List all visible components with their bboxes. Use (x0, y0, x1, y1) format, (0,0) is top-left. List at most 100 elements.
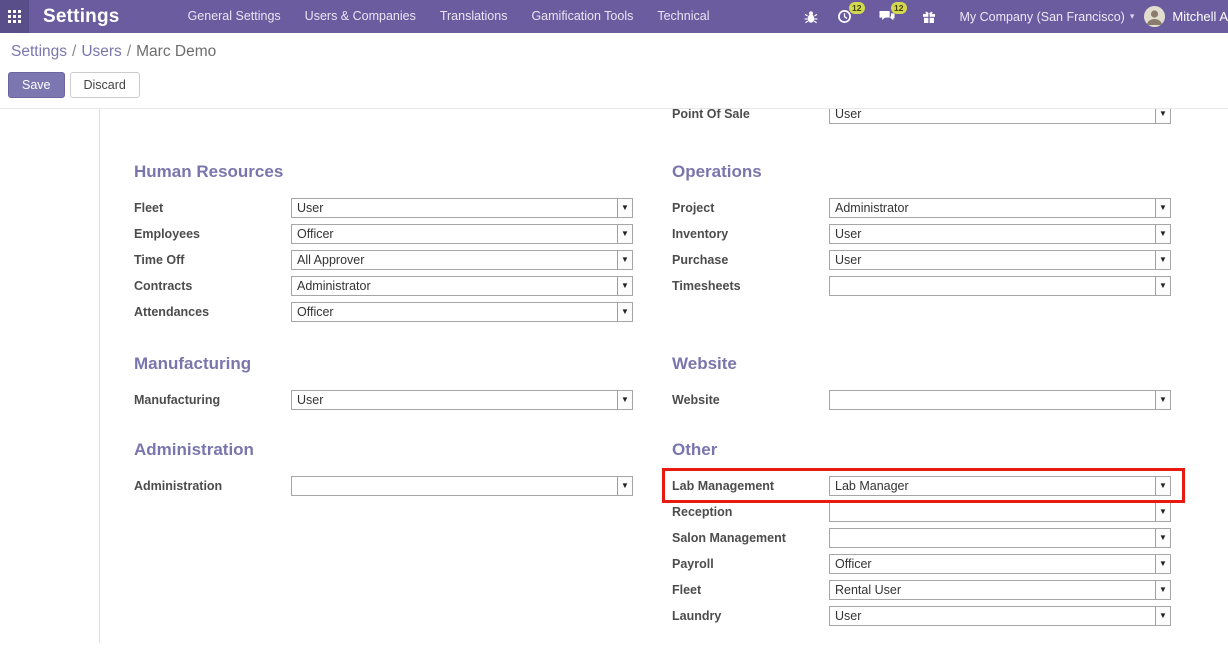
field-label: Attendances (134, 305, 291, 319)
section-title: Operations (672, 161, 1171, 183)
field-row: Timesheets ▼ (672, 273, 1171, 299)
access-rights-form: Human Resources Fleet User ▼ Employees O… (100, 109, 1228, 643)
field-row: Payroll Officer ▼ (672, 551, 1171, 577)
field-label: Website (672, 393, 829, 407)
dropdown-arrow-icon: ▼ (617, 199, 632, 217)
field-row: Contracts Administrator ▼ (134, 273, 633, 299)
breadcrumb-current: Marc Demo (136, 43, 216, 60)
field-row: Inventory User ▼ (672, 221, 1171, 247)
left-rail (0, 109, 100, 643)
salon-management-select[interactable]: ▼ (829, 528, 1171, 548)
field-row: Point Of Sale User ▼ (672, 109, 1171, 127)
section-administration: Administration Administration ▼ (134, 439, 633, 499)
employees-select[interactable]: Officer ▼ (291, 224, 633, 244)
section-other: Other Lab Management Lab Manager ▼ Recep… (672, 439, 1171, 629)
field-row: Purchase User ▼ (672, 247, 1171, 273)
fleet-select[interactable]: User ▼ (291, 198, 633, 218)
section-website: Website Website ▼ (672, 353, 1171, 413)
dropdown-arrow-icon: ▼ (1155, 529, 1170, 547)
time-off-select[interactable]: All Approver ▼ (291, 250, 633, 270)
field-label: Contracts (134, 279, 291, 293)
apps-menu-icon[interactable] (0, 0, 29, 33)
section-manufacturing: Manufacturing Manufacturing User ▼ (134, 353, 633, 413)
dropdown-arrow-icon: ▼ (617, 225, 632, 243)
dropdown-arrow-icon: ▼ (617, 303, 632, 321)
menu-users-companies[interactable]: Users & Companies (293, 0, 428, 33)
section-title: Other (672, 439, 1171, 461)
bug-icon[interactable] (800, 0, 822, 33)
menu-translations[interactable]: Translations (428, 0, 520, 33)
messages-icon[interactable]: 12 (876, 0, 898, 33)
laundry-select[interactable]: User ▼ (829, 606, 1171, 626)
dropdown-arrow-icon: ▼ (617, 251, 632, 269)
field-row: Project Administrator ▼ (672, 195, 1171, 221)
field-label: Lab Management (672, 479, 829, 493)
field-label: Fleet (134, 201, 291, 215)
user-menu[interactable]: Mitchell A (1172, 9, 1228, 24)
user-photo (1144, 6, 1165, 27)
field-label: Laundry (672, 609, 829, 623)
payroll-select[interactable]: Officer ▼ (829, 554, 1171, 574)
dropdown-arrow-icon: ▼ (1155, 555, 1170, 573)
dropdown-arrow-icon: ▼ (1155, 391, 1170, 409)
main-menu: General Settings Users & Companies Trans… (176, 0, 722, 33)
activities-icon[interactable]: 12 (834, 0, 856, 33)
navbar-right: 12 12 My Company (San Francisco) ▾ (794, 0, 1228, 33)
field-row: Administration ▼ (134, 473, 633, 499)
field-label: Employees (134, 227, 291, 241)
avatar[interactable] (1144, 6, 1165, 27)
lab-management-select[interactable]: Lab Manager ▼ (829, 476, 1171, 496)
dropdown-arrow-icon: ▼ (1155, 109, 1170, 123)
field-row: Fleet User ▼ (134, 195, 633, 221)
gift-icon[interactable] (918, 0, 940, 33)
breadcrumb-separator: / (67, 43, 81, 60)
inventory-select[interactable]: User ▼ (829, 224, 1171, 244)
top-navbar: Settings General Settings Users & Compan… (0, 0, 1228, 33)
field-row: Salon Management ▼ (672, 525, 1171, 551)
dropdown-arrow-icon: ▼ (617, 277, 632, 295)
save-button[interactable]: Save (8, 72, 65, 98)
discard-button[interactable]: Discard (70, 72, 140, 98)
dropdown-arrow-icon: ▼ (1155, 477, 1170, 495)
grid-icon (8, 10, 21, 23)
breadcrumb-separator: / (122, 43, 136, 60)
website-select[interactable]: ▼ (829, 390, 1171, 410)
menu-technical[interactable]: Technical (645, 0, 721, 33)
menu-general-settings[interactable]: General Settings (176, 0, 293, 33)
field-label: Time Off (134, 253, 291, 267)
dropdown-arrow-icon: ▼ (1155, 251, 1170, 269)
reception-select[interactable]: ▼ (829, 502, 1171, 522)
clipped-row-wrapper: Point Of Sale User ▼ (672, 109, 1171, 127)
dropdown-arrow-icon: ▼ (1155, 277, 1170, 295)
field-label: Payroll (672, 557, 829, 571)
form-right-column: Point Of Sale User ▼ Operations Project … (672, 109, 1171, 629)
manufacturing-select[interactable]: User ▼ (291, 390, 633, 410)
purchase-select[interactable]: User ▼ (829, 250, 1171, 270)
administration-select[interactable]: ▼ (291, 476, 633, 496)
breadcrumb-settings[interactable]: Settings (11, 43, 67, 60)
breadcrumb-users[interactable]: Users (81, 43, 121, 60)
company-switcher[interactable]: My Company (San Francisco) ▾ (960, 10, 1135, 24)
field-row: Website ▼ (672, 387, 1171, 413)
form-sheet: Human Resources Fleet User ▼ Employees O… (0, 109, 1228, 643)
control-panel: Settings/Users/Marc Demo Save Discard (0, 33, 1228, 109)
project-select[interactable]: Administrator ▼ (829, 198, 1171, 218)
button-row: Save Discard (8, 72, 1228, 98)
dropdown-arrow-icon: ▼ (617, 477, 632, 495)
fleet-rental-select[interactable]: Rental User ▼ (829, 580, 1171, 600)
contracts-select[interactable]: Administrator ▼ (291, 276, 633, 296)
dropdown-arrow-icon: ▼ (617, 391, 632, 409)
section-title: Manufacturing (134, 353, 633, 375)
form-left-column: Human Resources Fleet User ▼ Employees O… (134, 109, 633, 629)
attendances-select[interactable]: Officer ▼ (291, 302, 633, 322)
section-title: Website (672, 353, 1171, 375)
point-of-sale-select[interactable]: User ▼ (829, 109, 1171, 124)
activity-badge: 12 (849, 2, 864, 14)
field-label: Timesheets (672, 279, 829, 293)
field-label: Point Of Sale (672, 109, 829, 121)
dropdown-arrow-icon: ▼ (1155, 199, 1170, 217)
field-label: Purchase (672, 253, 829, 267)
timesheets-select[interactable]: ▼ (829, 276, 1171, 296)
menu-gamification-tools[interactable]: Gamification Tools (519, 0, 645, 33)
field-label: Reception (672, 505, 829, 519)
